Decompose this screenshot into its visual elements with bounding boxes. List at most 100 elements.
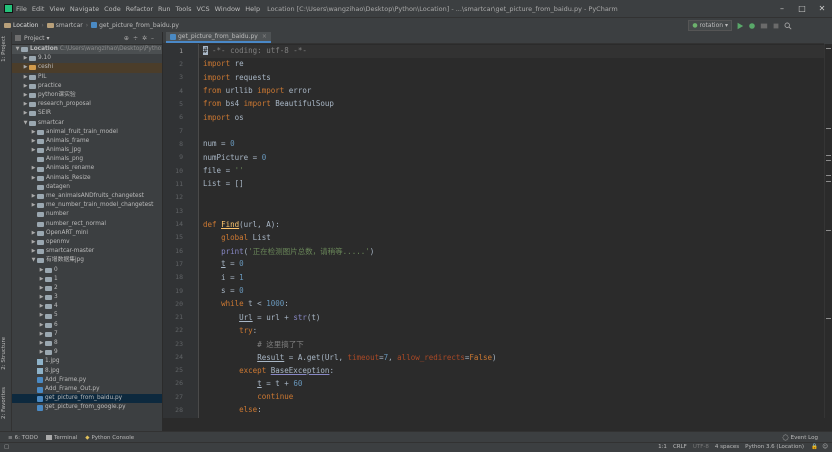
menu-help[interactable]: Help xyxy=(245,5,260,13)
tree-item[interactable]: ▼ smartcar xyxy=(12,119,162,128)
chevron-right-icon[interactable]: ▶ xyxy=(38,339,45,348)
tree-item[interactable]: ▶ research_proposal xyxy=(12,100,162,109)
project-view-selector[interactable]: Project xyxy=(24,35,45,42)
menu-tools[interactable]: Tools xyxy=(175,5,191,13)
chevron-right-icon[interactable]: ▶ xyxy=(30,229,37,238)
tree-item[interactable]: ▶ 2 xyxy=(12,284,162,293)
editor-tab[interactable]: get_picture_from_baidu.py × xyxy=(166,32,271,43)
tree-item[interactable]: ▶ PIL xyxy=(12,73,162,82)
breadcrumb-file[interactable]: get_picture_from_baidu.py xyxy=(91,22,179,29)
tree-item[interactable]: ▶ 5 xyxy=(12,311,162,320)
chevron-right-icon[interactable]: ▶ xyxy=(22,54,29,63)
close-tab-icon[interactable]: × xyxy=(262,33,267,40)
tree-item[interactable]: ▶ 7 xyxy=(12,330,162,339)
stop-icon[interactable] xyxy=(772,22,780,30)
chevron-right-icon[interactable]: ▶ xyxy=(30,247,37,256)
tree-item[interactable]: number xyxy=(12,210,162,219)
tree-item[interactable]: ▶ SEIR xyxy=(12,109,162,118)
chevron-right-icon[interactable]: ▶ xyxy=(38,311,45,320)
gear-icon[interactable]: ✲ xyxy=(142,35,151,42)
search-everywhere-icon[interactable] xyxy=(784,22,792,30)
tree-item[interactable]: 1.jpg xyxy=(12,357,162,366)
chevron-right-icon[interactable]: ▶ xyxy=(30,128,37,137)
chevron-right-icon[interactable]: ▶ xyxy=(22,63,29,72)
menu-edit[interactable]: Edit xyxy=(32,5,45,13)
coverage-icon[interactable] xyxy=(760,22,768,30)
tree-item[interactable]: ▶ 4 xyxy=(12,302,162,311)
chevron-right-icon[interactable]: ▶ xyxy=(22,91,29,100)
tree-item[interactable]: ▶ me_number_train_model_changetest xyxy=(12,201,162,210)
tree-item[interactable]: ▶ ceshi xyxy=(12,63,162,73)
menu-code[interactable]: Code xyxy=(104,5,121,13)
tree-item[interactable]: ▶ 3 xyxy=(12,293,162,302)
menu-vcs[interactable]: VCS xyxy=(196,5,209,13)
chevron-right-icon[interactable]: ▶ xyxy=(30,192,37,201)
chevron-right-icon[interactable]: ▶ xyxy=(38,293,45,302)
tree-item[interactable]: datagen xyxy=(12,183,162,192)
hide-icon[interactable]: – xyxy=(151,35,158,42)
tree-item[interactable]: Animals_png xyxy=(12,155,162,164)
chevron-right-icon[interactable]: ▶ xyxy=(30,174,37,183)
terminal-tool-button[interactable]: Terminal xyxy=(45,435,77,441)
tree-item[interactable]: ▶ python课实验 xyxy=(12,91,162,100)
tree-item[interactable]: ▶ smartcar-master xyxy=(12,247,162,256)
tree-item[interactable]: ▶ practice xyxy=(12,82,162,91)
chevron-right-icon[interactable]: ▶ xyxy=(38,330,45,339)
tab-favorites[interactable]: 2: Favorites xyxy=(1,387,7,419)
tree-item[interactable]: ▶ OpenART_mini xyxy=(12,229,162,238)
tree-item[interactable]: ▶ 8 xyxy=(12,339,162,348)
tree-item[interactable]: ▶ Animals_frame xyxy=(12,137,162,146)
chevron-right-icon[interactable]: ▶ xyxy=(38,275,45,284)
run-config-select[interactable]: ● rotation ▾ xyxy=(688,20,732,31)
tab-structure[interactable]: 2: Structure xyxy=(1,337,7,370)
chevron-right-icon[interactable]: ▶ xyxy=(38,321,45,330)
chevron-right-icon[interactable]: ▶ xyxy=(38,348,45,357)
menu-navigate[interactable]: Navigate xyxy=(70,5,99,13)
tab-project[interactable]: 1: Project xyxy=(1,36,7,62)
tree-item[interactable]: Add_Frame.py xyxy=(12,376,162,385)
tree-item[interactable]: ▶ me_animalsANDfruits_changetest xyxy=(12,192,162,201)
tree-item[interactable]: ▶ 6 xyxy=(12,321,162,330)
tree-item[interactable]: ▶ 9 xyxy=(12,348,162,357)
chevron-right-icon[interactable]: ▶ xyxy=(22,109,29,118)
tree-item[interactable]: ▼ Location C:\Users\wangzihao\Desktop\Pyth… xyxy=(12,45,162,55)
chevron-right-icon[interactable]: ▶ xyxy=(30,238,37,247)
chevron-right-icon[interactable]: ▶ xyxy=(38,284,45,293)
chevron-right-icon[interactable]: ▶ xyxy=(22,73,29,82)
chevron-right-icon[interactable]: ▶ xyxy=(30,137,37,146)
tree-item[interactable]: 8.jpg xyxy=(12,367,162,376)
collapse-icon[interactable]: ÷ xyxy=(133,35,142,42)
tree-item[interactable]: ▶ Animals_Resize xyxy=(12,174,162,183)
locate-icon[interactable]: ⊕ xyxy=(124,35,133,42)
todo-tool-button[interactable]: ≡ 6: TODO xyxy=(8,435,38,441)
chevron-right-icon[interactable]: ▶ xyxy=(22,100,29,109)
chevron-right-icon[interactable]: ▶ xyxy=(22,82,29,91)
chevron-down-icon[interactable]: ▼ xyxy=(30,256,37,265)
tree-item[interactable]: get_picture_from_google.py xyxy=(12,403,162,412)
chevron-down-icon[interactable]: ▼ xyxy=(22,119,29,128)
minimize-icon[interactable]: – xyxy=(772,0,792,17)
chevron-right-icon[interactable]: ▶ xyxy=(30,164,37,173)
close-icon[interactable]: ✕ xyxy=(812,0,832,17)
chevron-down-icon[interactable]: ▾ xyxy=(47,35,50,42)
tree-item[interactable]: ▶ 9.10 xyxy=(12,54,162,63)
python-console-tool-button[interactable]: ◆ Python Console xyxy=(85,435,134,441)
chevron-right-icon[interactable]: ▶ xyxy=(30,201,37,210)
menu-view[interactable]: View xyxy=(49,5,64,13)
chevron-right-icon[interactable]: ▶ xyxy=(38,302,45,311)
menu-run[interactable]: Run xyxy=(158,5,170,13)
maximize-icon[interactable]: □ xyxy=(792,0,812,17)
menu-refactor[interactable]: Refactor xyxy=(126,5,153,13)
tree-item[interactable]: ▶ openmv xyxy=(12,238,162,247)
tree-item[interactable]: ▶ 1 xyxy=(12,275,162,284)
debug-icon[interactable] xyxy=(748,22,756,30)
menu-file[interactable]: File xyxy=(16,5,27,13)
event-log-button[interactable]: ◯ Event Log xyxy=(783,435,818,441)
tree-item[interactable]: number_rect_normal xyxy=(12,220,162,229)
tree-item[interactable]: ▶ 0 xyxy=(12,266,162,275)
tree-item[interactable]: get_picture_from_baidu.py xyxy=(12,394,162,404)
tree-item[interactable]: Add_Frame_Out.py xyxy=(12,385,162,394)
chevron-down-icon[interactable]: ▼ xyxy=(14,45,21,54)
tree-item[interactable]: ▼ 有增数据集jpg xyxy=(12,256,162,265)
breadcrumb-location[interactable]: Location xyxy=(4,22,38,29)
